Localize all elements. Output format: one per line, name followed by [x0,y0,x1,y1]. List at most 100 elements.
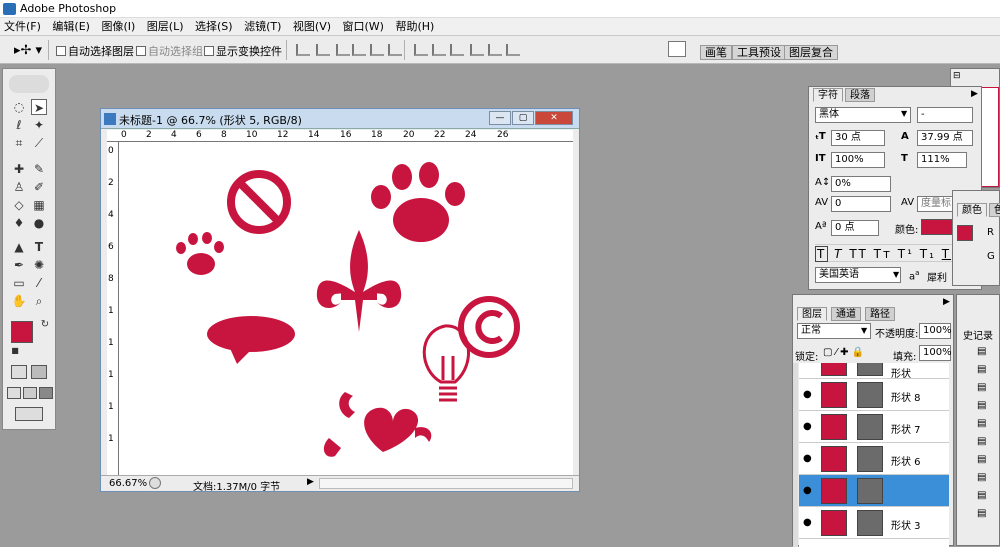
layers-scrollbar[interactable] [793,363,798,547]
small-caps-button[interactable]: Tт [874,247,892,261]
lock-icons[interactable]: ▢⁄✚🔒 [823,347,867,358]
default-colors-icon[interactable]: ■ [7,343,23,359]
document-title-bar[interactable]: 未标题-1 @ 66.7% (形状 5, RGB/8) — ▢ ✕ [101,109,579,129]
visibility-eye-icon[interactable]: ● [803,421,812,432]
healing-brush-icon[interactable]: ✚ [11,161,27,177]
chevron-down-icon[interactable]: ▼ [901,109,907,118]
font-family-select[interactable]: 黑体 [815,107,911,123]
visibility-eye-icon[interactable]: ● [803,485,812,496]
menu-window[interactable]: 窗口(W) [339,18,388,35]
swap-colors-icon[interactable]: ↻ [37,317,53,333]
status-arrow-icon[interactable]: ▶ [307,477,314,487]
distribute-hcenter-icon[interactable] [488,44,502,56]
pen-tool-icon[interactable]: ✒ [11,257,27,273]
ornamental-heart-shape[interactable] [323,392,432,457]
align-vcenter-icon[interactable] [316,44,330,56]
color-panel-foreground[interactable] [957,225,973,241]
align-hcenter-icon[interactable] [370,44,384,56]
notes-tool-icon[interactable]: ▭ [11,275,27,291]
layer-row[interactable]: ● 形状 8 [799,379,949,411]
menu-file[interactable]: 文件(F) [0,18,45,35]
leading-field[interactable]: 37.99 点 [917,130,973,146]
distribute-bottom-icon[interactable] [450,44,464,56]
distribute-vcenter-icon[interactable] [432,44,446,56]
zoom-level[interactable]: 66.67% [109,478,147,489]
eraser-tool-icon[interactable]: ◇ [11,197,27,213]
tab-paths[interactable]: 路径 [865,307,895,321]
well-tab-layer-comps[interactable]: 图层复合 [784,45,838,60]
tab-layers[interactable]: 图层 [797,307,827,321]
fill-field[interactable]: 100% [919,345,952,361]
brush-tool-icon[interactable]: ✎ [31,161,47,177]
blend-mode-select[interactable]: 正常 [797,323,871,339]
layer-row[interactable]: ● 形状 6 [799,443,949,475]
show-transform-checkbox[interactable]: 显示变换控件 [204,43,282,59]
quick-mask-icon[interactable] [31,365,47,379]
menu-view[interactable]: 视图(V) [289,18,335,35]
underline-button[interactable]: T [942,247,951,261]
fleur-de-lis-shape[interactable] [316,230,402,332]
close-button[interactable]: ✕ [535,111,573,125]
lasso-tool-icon[interactable]: ℓ [11,117,27,133]
auto-select-layer-checkbox[interactable]: 自动选择图层 [56,43,134,59]
history-states[interactable]: ▤ ▤ ▤ ▤ ▤ ▤ ▤ ▤ ▤ ▤ [977,343,993,523]
slice-tool-icon[interactable]: ⟋ [31,135,47,151]
minimize-button[interactable]: — [489,111,511,125]
history-brush-icon[interactable]: ✐ [31,179,47,195]
status-menu-icon[interactable] [149,477,161,489]
anti-alias-select[interactable]: 犀利 [927,269,947,284]
vertical-scale-field[interactable]: 100% [831,152,885,168]
small-paw-shape[interactable] [176,232,224,275]
crop-tool-icon[interactable]: ⌗ [11,135,27,151]
menu-select[interactable]: 选择(S) [191,18,237,35]
move-tool-icon[interactable]: ➤ [31,99,47,115]
superscript-button[interactable]: T¹ [898,247,914,261]
hand-tool-icon[interactable]: ✋ [11,293,27,309]
speech-bubble-shape[interactable] [207,316,295,364]
move-tool-preset-icon[interactable]: ▸✢ ▾ [14,43,42,58]
baseline-percent-field[interactable]: 0% [831,176,891,192]
chevron-down-icon[interactable]: ▼ [861,326,867,335]
tab-paragraph[interactable]: 段落 [845,88,875,102]
tracking-field[interactable]: 0 [831,196,891,212]
path-selection-icon[interactable]: ▲ [11,239,27,255]
menu-filter[interactable]: 滤镜(T) [240,18,285,35]
navigator-tab-icon[interactable]: ⊟ [953,71,961,81]
visibility-eye-icon[interactable]: ● [803,453,812,464]
align-bottom-icon[interactable] [336,44,350,56]
visibility-eye-icon[interactable]: ● [803,517,812,528]
layer-row[interactable]: ● 形状 7 [799,411,949,443]
chevron-down-icon[interactable]: ▼ [893,270,899,279]
distribute-left-icon[interactable] [470,44,484,56]
panel-menu-icon[interactable]: ▶ [943,297,950,307]
subscript-button[interactable]: T₁ [920,247,936,261]
distribute-right-icon[interactable] [506,44,520,56]
faux-italic-button[interactable]: T [834,247,843,261]
custom-shape-icon[interactable]: ✺ [31,257,47,273]
distribute-top-icon[interactable] [414,44,428,56]
file-browser-icon[interactable] [668,41,686,57]
horizontal-scrollbar[interactable] [319,478,573,489]
auto-select-group-checkbox[interactable]: 自动选择组 [136,43,203,59]
tab-channels[interactable]: 通道 [831,307,861,321]
eyedropper-icon[interactable]: ⁄ [31,275,47,291]
well-tab-tool-presets[interactable]: 工具预设 [732,45,786,60]
canvas[interactable] [119,142,573,478]
faux-bold-button[interactable]: T [815,246,829,262]
blur-tool-icon[interactable]: ♦ [11,215,27,231]
marquee-tool-icon[interactable]: ◌ [11,99,27,115]
jump-to-imageready-icon[interactable] [15,407,43,421]
menu-image[interactable]: 图像(I) [97,18,139,35]
baseline-shift-field[interactable]: 0 点 [831,220,879,236]
text-style-buttons[interactable]: T T TT Tт T¹ T₁ T T [815,244,975,262]
menu-edit[interactable]: 编辑(E) [48,18,94,35]
big-paw-shape[interactable] [371,162,465,242]
layer-row-selected[interactable]: ● [799,475,949,507]
align-left-icon[interactable] [352,44,366,56]
tab-character[interactable]: 字符 [813,88,843,102]
tab-swatches[interactable]: 色 [989,203,1000,217]
layer-row[interactable]: ● 形状 3 [799,507,949,539]
menu-help[interactable]: 帮助(H) [391,18,438,35]
visibility-eye-icon[interactable]: ● [803,389,812,400]
screen-mode-full-icon[interactable] [39,387,53,399]
